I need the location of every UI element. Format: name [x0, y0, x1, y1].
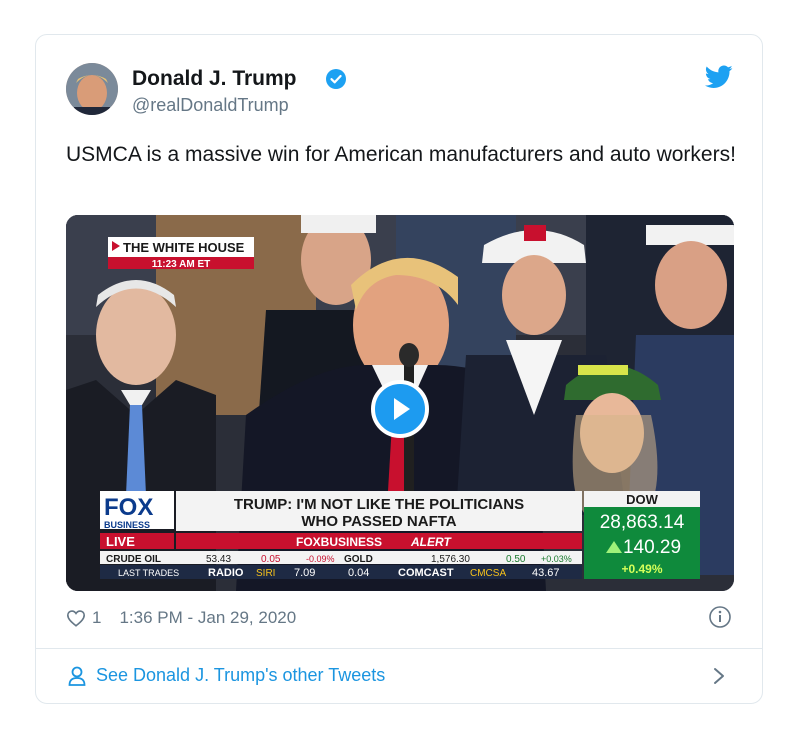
network-sub: BUSINESS [104, 520, 150, 530]
headline-line2: WHO PASSED NAFTA [301, 513, 456, 530]
person-icon [68, 666, 86, 686]
tweet-card: Donald J. Trump @realDonaldTrump USMCA i… [35, 34, 763, 704]
ticker2-label: LAST TRADES [118, 568, 179, 578]
ticker-value-1: 53.43 [206, 554, 231, 565]
ticker2-value-2: 43.67 [532, 567, 560, 579]
location-time-text: 11:23 AM ET [152, 259, 211, 270]
alert-word: ALERT [410, 535, 452, 549]
twitter-bird-icon[interactable] [705, 65, 733, 89]
alert-brand: FOXBUSINESS [296, 535, 382, 549]
author-handle[interactable]: @realDonaldTrump [132, 95, 289, 116]
play-button[interactable] [371, 380, 429, 438]
play-icon [394, 398, 410, 420]
see-other-tweets-link[interactable]: See Donald J. Trump's other Tweets [36, 649, 762, 703]
dow-percent: +0.49% [621, 562, 662, 576]
author-name[interactable]: Donald J. Trump [132, 67, 297, 91]
ticker-pct-2: +0.03% [541, 554, 572, 564]
timestamp[interactable]: 1:36 PM - Jan 29, 2020 [119, 608, 296, 628]
ticker-change-1: 0.05 [261, 554, 281, 565]
heart-icon[interactable] [66, 609, 86, 627]
ticker-value-2: 1,576.30 [431, 554, 470, 565]
ticker-pct-1: -0.09% [306, 554, 335, 564]
ticker-label-2: GOLD [344, 554, 373, 565]
tweet-text: USMCA is a massive win for American manu… [66, 143, 736, 166]
see-other-tweets-text: See Donald J. Trump's other Tweets [96, 665, 386, 685]
headline-line1: TRUMP: I'M NOT LIKE THE POLITICIANS [234, 496, 524, 513]
network-logo: FOX [104, 494, 153, 521]
lower-third: FOX BUSINESS LIVE TRUMP: I'M NOT LIKE TH… [100, 491, 700, 579]
ticker2-value-1: 7.09 [294, 567, 315, 579]
ticker2-change-1: 0.04 [348, 567, 369, 579]
dow-value: 28,863.14 [600, 512, 685, 533]
info-icon[interactable] [708, 605, 732, 629]
ticker-change-2: 0.50 [506, 554, 526, 565]
avatar-image [66, 63, 118, 115]
ticker2-item-2: COMCAST [398, 567, 454, 579]
dow-change: 140.29 [623, 537, 681, 558]
chevron-right-icon [714, 668, 724, 684]
tweet-meta: 1 1:36 PM - Jan 29, 2020 [66, 608, 296, 628]
live-label: LIVE [106, 534, 135, 549]
verified-badge-icon [326, 69, 346, 89]
ticker2-symbol-2: CMCSA [470, 568, 506, 579]
avatar[interactable] [66, 63, 118, 115]
ticker-label-1: CRUDE OIL [106, 554, 161, 565]
like-count[interactable]: 1 [92, 608, 101, 628]
ticker2-item-1: RADIO [208, 567, 244, 579]
dow-label: DOW [626, 492, 659, 507]
ticker2-symbol-1: SIRI [256, 568, 275, 579]
location-tag: THE WHITE HOUSE 11:23 AM ET [108, 237, 254, 270]
location-tag-text: THE WHITE HOUSE [123, 240, 245, 255]
